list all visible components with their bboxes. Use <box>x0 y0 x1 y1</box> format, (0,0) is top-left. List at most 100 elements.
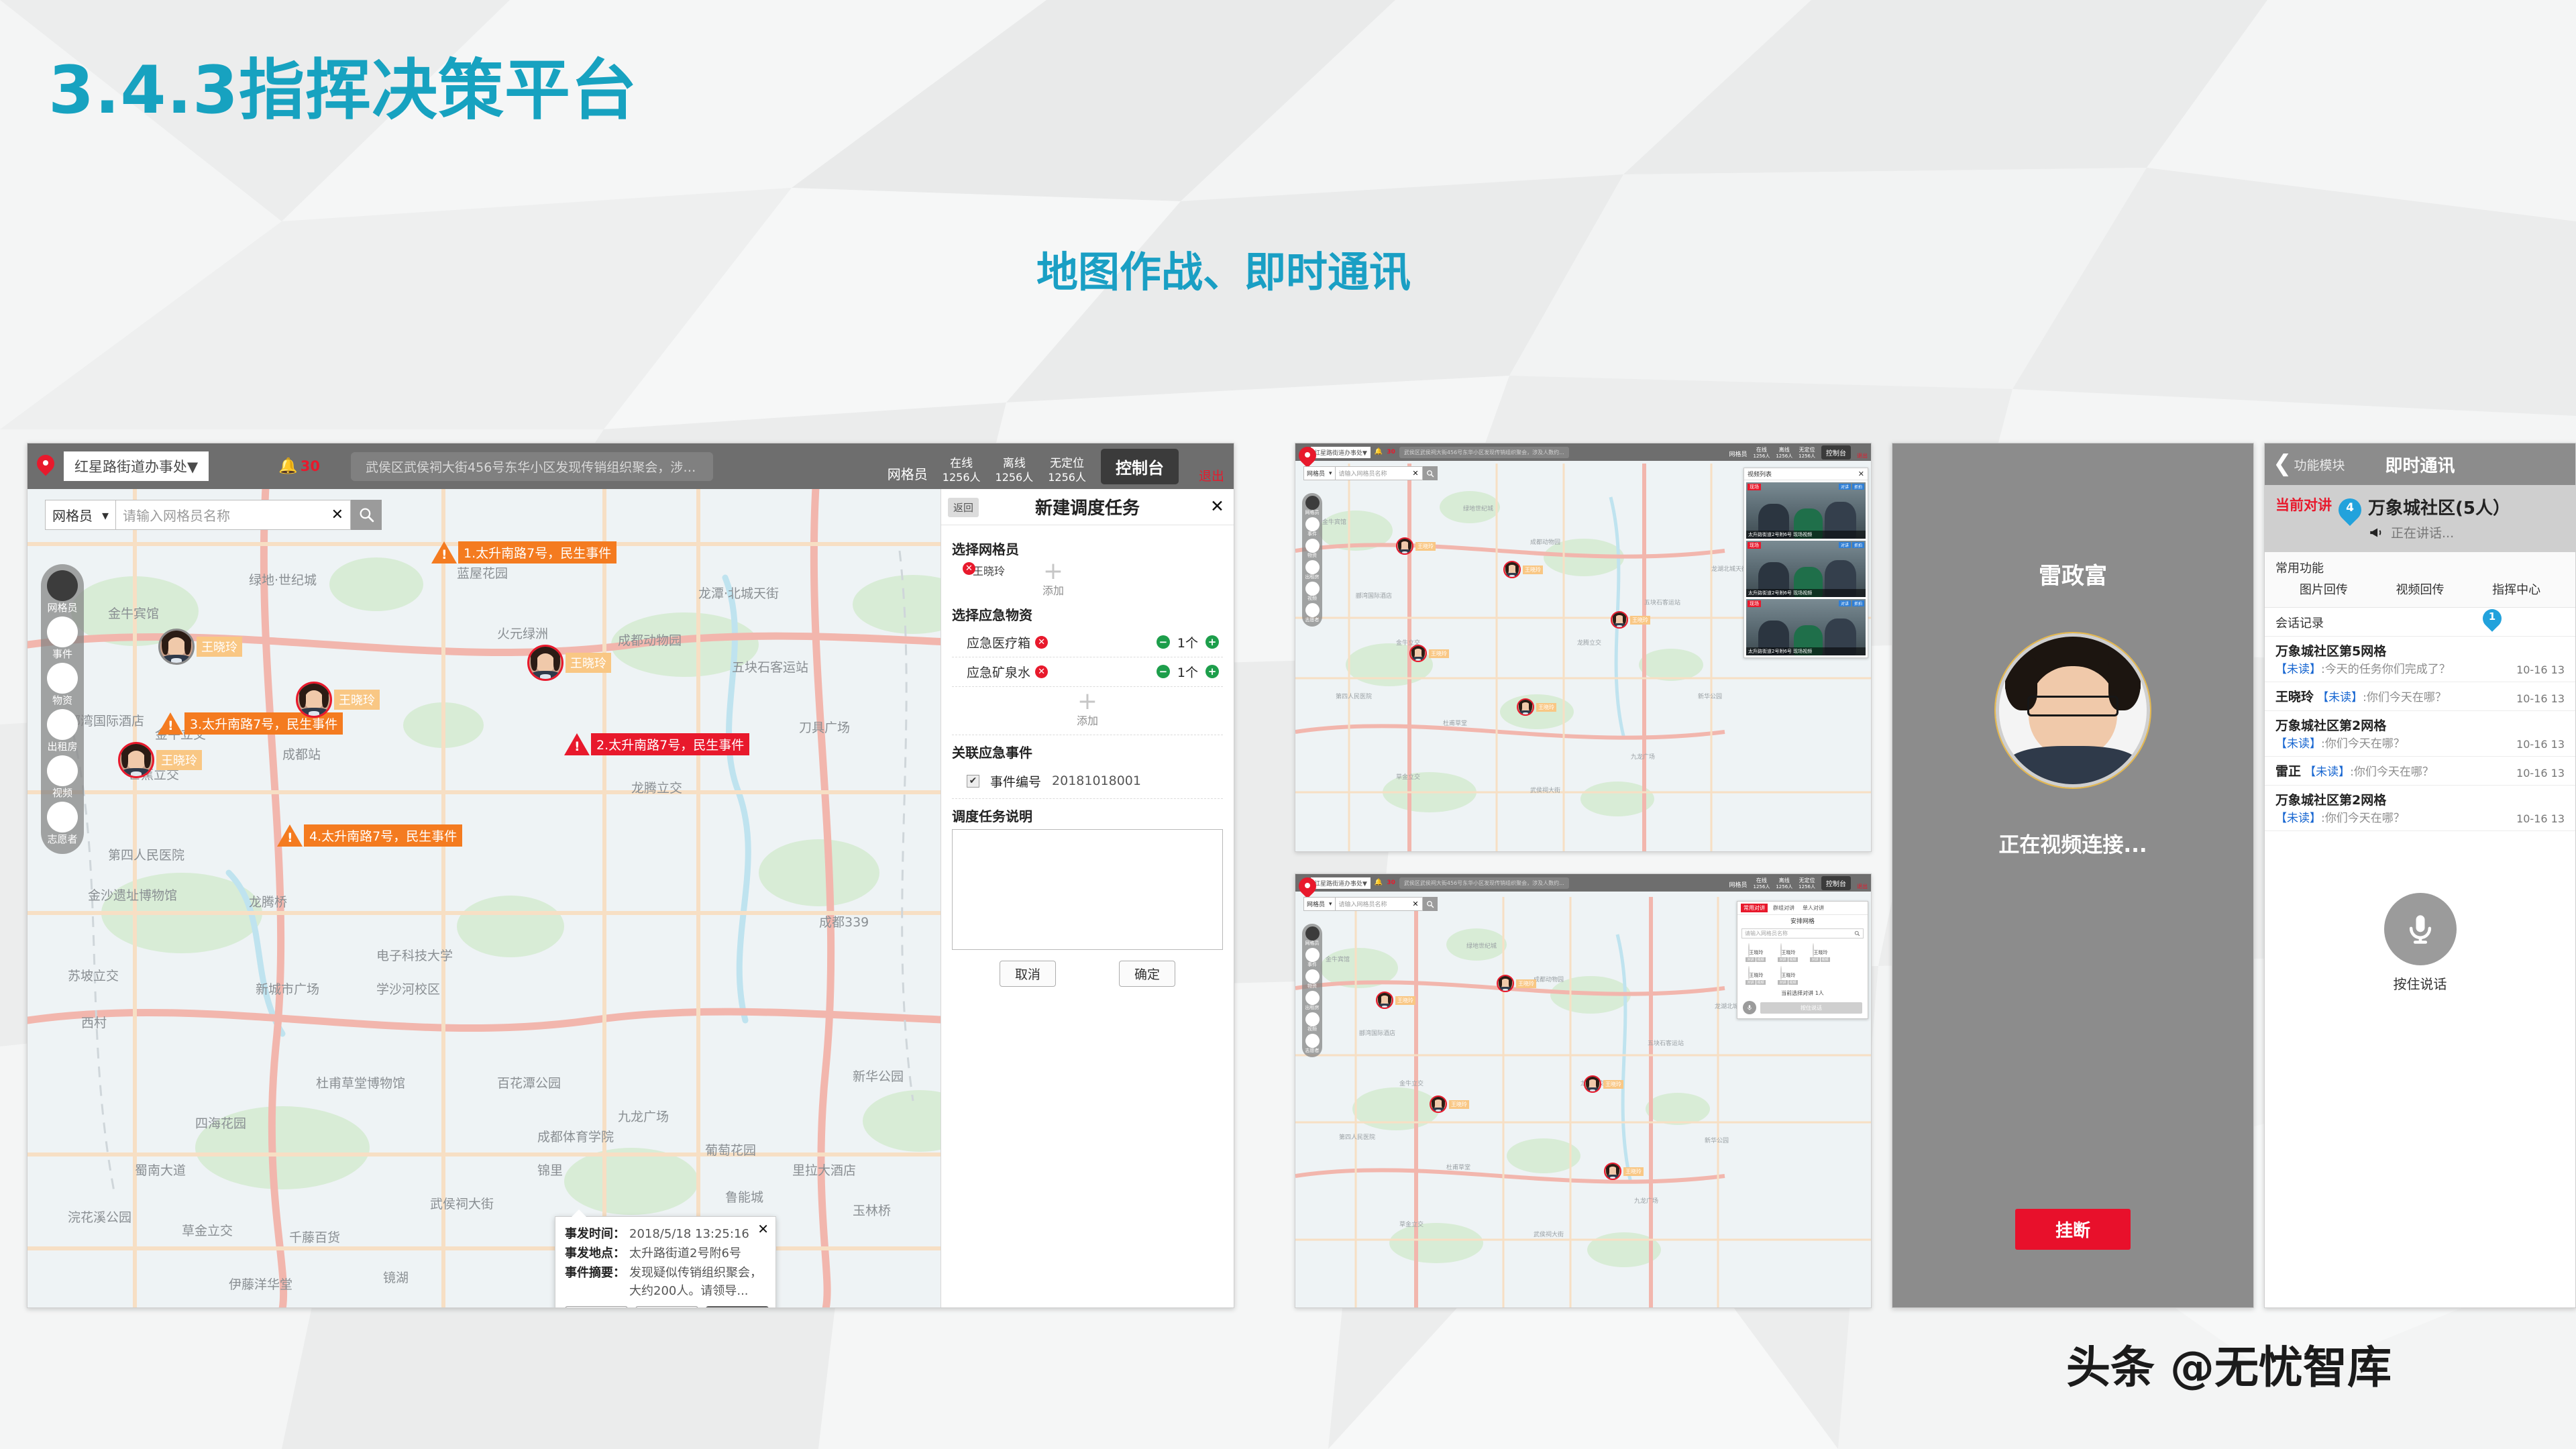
map-marker-gridmember[interactable]: 王晓玲 <box>527 645 611 681</box>
tab-group-talk[interactable]: 群组对讲 <box>1770 904 1797 912</box>
rail-item-event[interactable]: 事件 <box>41 616 84 661</box>
rail-item-supplies[interactable]: 物资 <box>1302 539 1322 559</box>
map-marker-gridmember[interactable]: 王晓玲 <box>118 742 202 778</box>
add-supply-button[interactable]: + 添加 <box>952 687 1223 735</box>
tab-single-talk[interactable]: 单人对讲 <box>1800 904 1827 912</box>
map-marker-gridmember[interactable]: 王晓玲 <box>1517 698 1556 716</box>
rail-item-supplies[interactable]: 物资 <box>41 663 84 707</box>
search-type-select[interactable]: 网格员 ▾ <box>45 500 117 530</box>
map-marker-gridmember[interactable]: 王晓玲 <box>1396 537 1436 555</box>
rail-item-event[interactable]: 事件 <box>1302 517 1322 537</box>
search-button[interactable] <box>1422 897 1438 911</box>
map-marker-gridmember[interactable]: 王晓玲 <box>1584 1075 1623 1093</box>
tab-frequent-talk[interactable]: 常用对讲 <box>1741 904 1768 912</box>
view-plan-button[interactable]: 查看预案 <box>565 1306 628 1307</box>
logout-link[interactable]: 退出 <box>1857 452 1868 460</box>
clear-icon[interactable]: ✕ <box>331 506 343 523</box>
add-member-button[interactable]: + 添加 <box>1031 559 1075 598</box>
talk-button[interactable]: 对讲 <box>1778 980 1788 985</box>
search-button[interactable] <box>1422 466 1438 480</box>
map-marker-gridmember[interactable]: 王晓玲 <box>1604 1163 1644 1180</box>
contact-item[interactable]: 王晓玲 对讲 视频 <box>1743 966 1768 985</box>
map-marker-gridmember[interactable]: 王晓玲 <box>1409 645 1449 662</box>
search-button[interactable] <box>351 500 382 530</box>
search-type-select[interactable]: 网格员 ▾ <box>1303 466 1336 480</box>
plus-icon[interactable]: + <box>1205 665 1219 679</box>
map-marker-gridmember[interactable]: 王晓玲 <box>1497 975 1536 992</box>
mic-icon[interactable] <box>1743 1001 1756 1014</box>
list-item[interactable]: 万象城社区第2网格 【未读】:你们今天在哪？ 10-16 13 <box>2265 710 2575 756</box>
rail-item-gridmember[interactable]: 网格员 <box>41 570 84 614</box>
rail-item-gridmember[interactable]: 网格员 <box>1302 496 1322 516</box>
cancel-button[interactable]: 取消 <box>999 960 1056 987</box>
map-marker-gridmember[interactable]: 王晓玲 <box>1430 1095 1469 1113</box>
talk-button[interactable]: 对讲 <box>1838 484 1851 490</box>
list-item[interactable]: 王晓玲 【未读】:你们今天在哪？ 10-16 13 <box>2265 682 2575 710</box>
list-item[interactable]: 万象城社区第2网格 【未读】:你们今天在哪？ 10-16 13 <box>2265 785 2575 830</box>
minus-icon[interactable]: − <box>1156 635 1170 649</box>
map-marker-gridmember[interactable]: 王晓玲 <box>296 682 380 718</box>
video-cell[interactable]: 现场 对讲 抓拍 太升路街道2号附6号 现场视频 <box>1746 599 1866 655</box>
rail-item-volunteer[interactable]: 志愿者 <box>41 802 84 846</box>
snapshot-button[interactable]: 抓拍 <box>1851 542 1864 548</box>
function-photo-upload[interactable]: 图片回传 <box>2287 580 2361 598</box>
video-cell[interactable]: 现场 对讲 抓拍 太升路街道2号附6号 现场视频 <box>1746 482 1866 539</box>
event-checkbox[interactable]: ✔ <box>967 774 979 788</box>
video-button[interactable]: 视频 <box>1788 980 1798 985</box>
selected-member[interactable]: ✕ 王晓玲 <box>962 562 1011 578</box>
remove-icon[interactable]: ✕ <box>1035 635 1049 649</box>
minus-icon[interactable]: − <box>1156 665 1170 679</box>
clear-icon[interactable]: ✕ <box>1412 900 1418 908</box>
nearby-resources-button[interactable]: 周边资源 <box>635 1306 698 1307</box>
map-marker-event[interactable]: 2.太升南路7号，民生事件 <box>564 733 750 755</box>
map-marker-event[interactable]: 4.太升南路7号，民生事件 <box>277 824 463 847</box>
search-input[interactable]: 请输入网格员名称 ✕ <box>116 500 352 530</box>
push-to-talk-button[interactable] <box>2383 893 2457 965</box>
rail-item-supplies[interactable]: 物资 <box>1302 969 1322 989</box>
notification-bell[interactable]: 🔔 30 <box>278 458 320 474</box>
contact-item[interactable]: 王晓玲 对讲 视频 <box>1775 943 1801 962</box>
console-button[interactable]: 控制台 <box>1100 448 1179 484</box>
close-icon[interactable]: ✕ <box>1210 496 1224 516</box>
talk-button[interactable]: 对讲 <box>1778 957 1788 962</box>
map-marker-event[interactable]: 1.太升南路7号，民生事件 <box>431 541 617 564</box>
contact-item[interactable]: 王晓玲 对讲 视频 <box>1775 966 1801 985</box>
talk-button[interactable]: 对讲 <box>1838 600 1851 606</box>
contact-item[interactable]: 王晓玲 对讲 视频 <box>1743 943 1768 962</box>
back-button[interactable]: ❮ 功能模块 <box>2273 452 2345 475</box>
org-select[interactable]: 红星路街道办事处▼ <box>64 451 209 481</box>
video-button[interactable]: 视频 <box>1756 957 1766 962</box>
logout-link[interactable]: 退出 <box>1857 883 1868 890</box>
rail-item-rental[interactable]: 出租房 <box>41 709 84 753</box>
talk-button[interactable]: 对讲 <box>1746 980 1756 985</box>
search-input[interactable]: 请输入网格员名称 ✕ <box>1335 466 1423 480</box>
rail-item-gridmember[interactable]: 网格员 <box>1302 926 1322 947</box>
map-marker-gridmember[interactable]: 王晓玲 <box>158 629 242 665</box>
rail-item-volunteer[interactable]: 志愿者 <box>1302 1034 1322 1054</box>
rail-item-volunteer[interactable]: 志愿者 <box>1302 603 1322 623</box>
clear-icon[interactable]: ✕ <box>1412 469 1418 478</box>
logout-link[interactable]: 退出 <box>1199 466 1224 484</box>
talk-button[interactable]: 对讲 <box>1810 957 1820 962</box>
map-marker-gridmember[interactable]: 王晓玲 <box>1503 561 1543 578</box>
talk-button[interactable]: 对讲 <box>1746 957 1756 962</box>
confirm-button[interactable]: 确定 <box>1118 960 1175 987</box>
rail-item-rental[interactable]: 出租房 <box>1302 560 1322 580</box>
close-icon[interactable]: ✕ <box>1858 470 1864 478</box>
rail-item-video[interactable]: 视频 <box>1302 1012 1322 1032</box>
rail-item-video[interactable]: 视频 <box>41 755 84 800</box>
plus-icon[interactable]: + <box>1205 635 1219 649</box>
talk-button[interactable]: 对讲 <box>1838 542 1851 548</box>
function-command-center[interactable]: 指挥中心 <box>2479 580 2553 598</box>
contact-item[interactable]: 王晓玲 对讲 视频 <box>1807 943 1833 962</box>
alert-banner[interactable]: 武侯区武侯祠大街456号东华小区发现传销组织聚会，涉及人数约... <box>1399 877 1569 889</box>
list-item[interactable]: 万象城社区第5网格 【未读】:今天的任务你们完成了？ 10-16 13 <box>2265 636 2575 682</box>
org-select[interactable]: 红星路街道办事处▼ <box>1311 877 1371 889</box>
remove-icon[interactable]: ✕ <box>1035 665 1049 678</box>
back-button[interactable]: 返回 <box>948 498 979 517</box>
video-button[interactable]: 视频 <box>1788 957 1798 962</box>
hangup-button[interactable]: 挂断 <box>2015 1209 2131 1250</box>
event-detail-button[interactable]: 事件详情 <box>706 1306 769 1307</box>
alert-banner[interactable]: 武侯区武侯祠大街456号东华小区发现传销组织聚会，涉及人数约... <box>1399 446 1569 458</box>
video-cell[interactable]: 现场 对讲 抓拍 太升路街道2号附6号 现场视频 <box>1746 541 1866 597</box>
